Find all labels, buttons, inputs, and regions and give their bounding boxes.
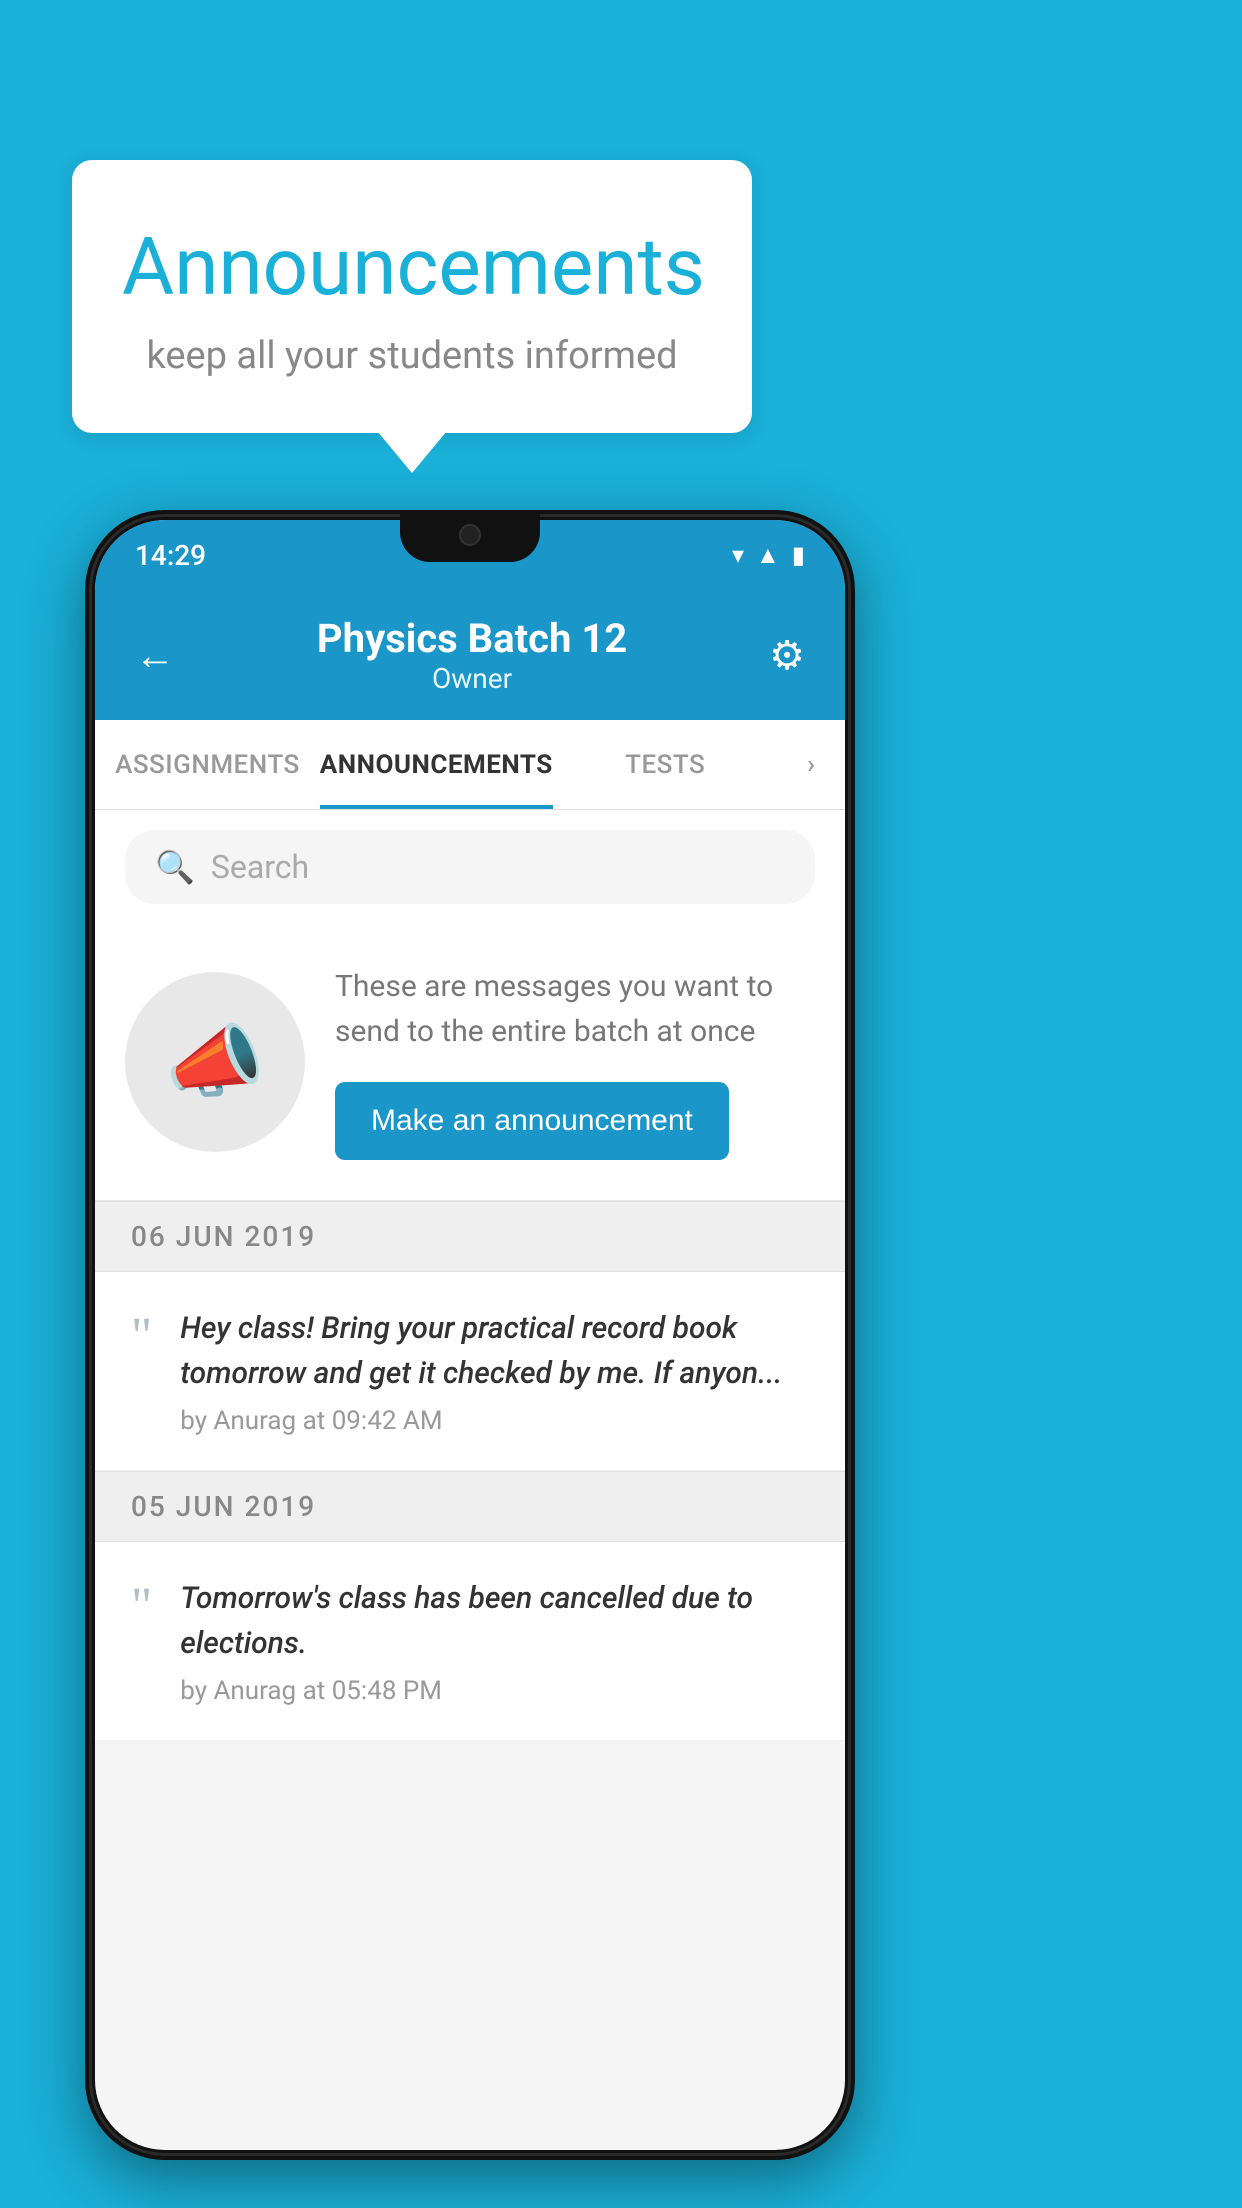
wifi-icon: ▾ <box>732 541 744 569</box>
header-title-group: Physics Batch 12 Owner <box>317 615 627 695</box>
announcement-item-2[interactable]: " Tomorrow's class has been cancelled du… <box>95 1542 845 1741</box>
phone-notch <box>400 510 540 562</box>
status-icons: ▾ ▲ ▮ <box>732 541 805 570</box>
quote-icon-2: " <box>131 1581 152 1633</box>
phone-frame: 14:29 ▾ ▲ ▮ ← Physics Batch 12 Owner ⚙ <box>85 510 855 2160</box>
date-text-1: 06 JUN 2019 <box>131 1220 316 1253</box>
front-camera <box>459 524 481 546</box>
quote-icon-1: " <box>131 1311 152 1363</box>
speech-bubble-container: Announcements keep all your students inf… <box>72 160 752 433</box>
back-button[interactable]: ← <box>135 632 175 679</box>
search-icon: 🔍 <box>155 848 195 886</box>
tab-assignments[interactable]: ASSIGNMENTS <box>95 720 320 809</box>
tab-more[interactable]: › <box>778 720 845 809</box>
announcement-content-1: Hey class! Bring your practical record b… <box>180 1306 809 1436</box>
promo-section: 📣 These are messages you want to send to… <box>95 924 845 1201</box>
make-announcement-button[interactable]: Make an announcement <box>335 1082 729 1160</box>
date-separator-2: 05 JUN 2019 <box>95 1471 845 1542</box>
megaphone-icon: 📣 <box>165 1015 265 1109</box>
date-text-2: 05 JUN 2019 <box>131 1490 316 1523</box>
tabs-bar: ASSIGNMENTS ANNOUNCEMENTS TESTS › <box>95 720 845 810</box>
date-separator-1: 06 JUN 2019 <box>95 1201 845 1272</box>
phone-wrapper: 14:29 ▾ ▲ ▮ ← Physics Batch 12 Owner ⚙ <box>85 510 855 2160</box>
speech-bubble-title: Announcements <box>122 220 702 314</box>
header-subtitle: Owner <box>317 662 627 695</box>
tab-announcements[interactable]: ANNOUNCEMENTS <box>320 720 553 809</box>
announcement-item-1[interactable]: " Hey class! Bring your practical record… <box>95 1272 845 1471</box>
battery-icon: ▮ <box>792 541 805 569</box>
speech-bubble-subtitle: keep all your students informed <box>122 334 702 378</box>
search-placeholder: Search <box>211 848 309 886</box>
announcement-text-1: Hey class! Bring your practical record b… <box>180 1306 809 1396</box>
announcement-text-2: Tomorrow's class has been cancelled due … <box>180 1576 809 1666</box>
app-header: ← Physics Batch 12 Owner ⚙ <box>95 590 845 720</box>
promo-description: These are messages you want to send to t… <box>335 964 815 1054</box>
header-title: Physics Batch 12 <box>317 615 627 662</box>
announcement-content-2: Tomorrow's class has been cancelled due … <box>180 1576 809 1706</box>
announcement-meta-2: by Anurag at 05:48 PM <box>180 1676 809 1706</box>
settings-button[interactable]: ⚙ <box>769 632 805 679</box>
tab-tests[interactable]: TESTS <box>553 720 778 809</box>
signal-icon: ▲ <box>756 541 780 570</box>
promo-content: These are messages you want to send to t… <box>335 964 815 1160</box>
announcement-meta-1: by Anurag at 09:42 AM <box>180 1406 809 1436</box>
speech-bubble: Announcements keep all your students inf… <box>72 160 752 433</box>
search-input[interactable]: 🔍 Search <box>125 830 815 904</box>
search-container: 🔍 Search <box>95 810 845 924</box>
megaphone-circle: 📣 <box>125 972 305 1152</box>
status-time: 14:29 <box>135 539 206 572</box>
phone-screen: 14:29 ▾ ▲ ▮ ← Physics Batch 12 Owner ⚙ <box>95 520 845 2150</box>
